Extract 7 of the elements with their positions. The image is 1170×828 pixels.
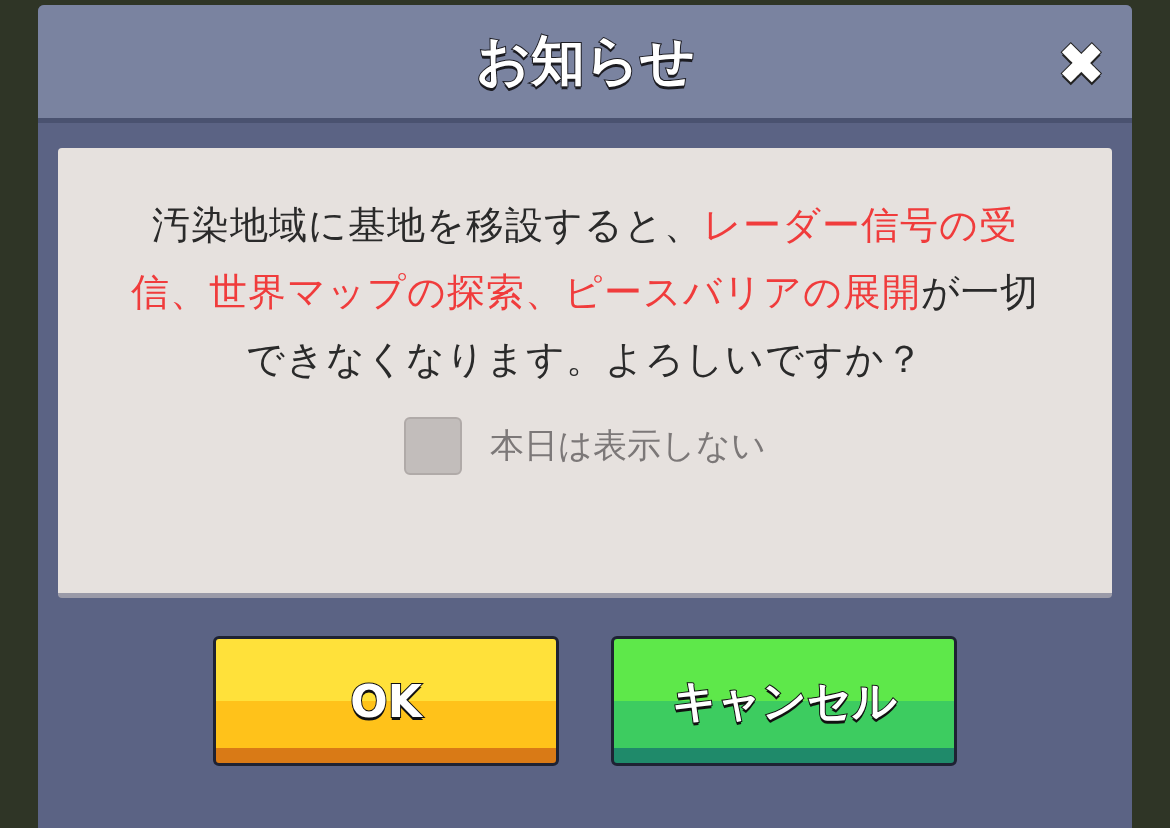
ok-button[interactable]: OK (213, 636, 559, 766)
close-button[interactable]: ✖ (1048, 31, 1114, 97)
checkbox[interactable] (404, 417, 462, 475)
dialog-title: お知らせ (475, 28, 695, 94)
message-text: 汚染地域に基地を移設すると、レーダー信号の受信、世界マップの探索、ピースバリアの展開が一切できなくなります。よろしいですか？ (130, 202, 1040, 383)
cancel-button[interactable]: キャンセル (611, 636, 957, 766)
checkbox-label: 本日は表示しない (490, 424, 766, 467)
